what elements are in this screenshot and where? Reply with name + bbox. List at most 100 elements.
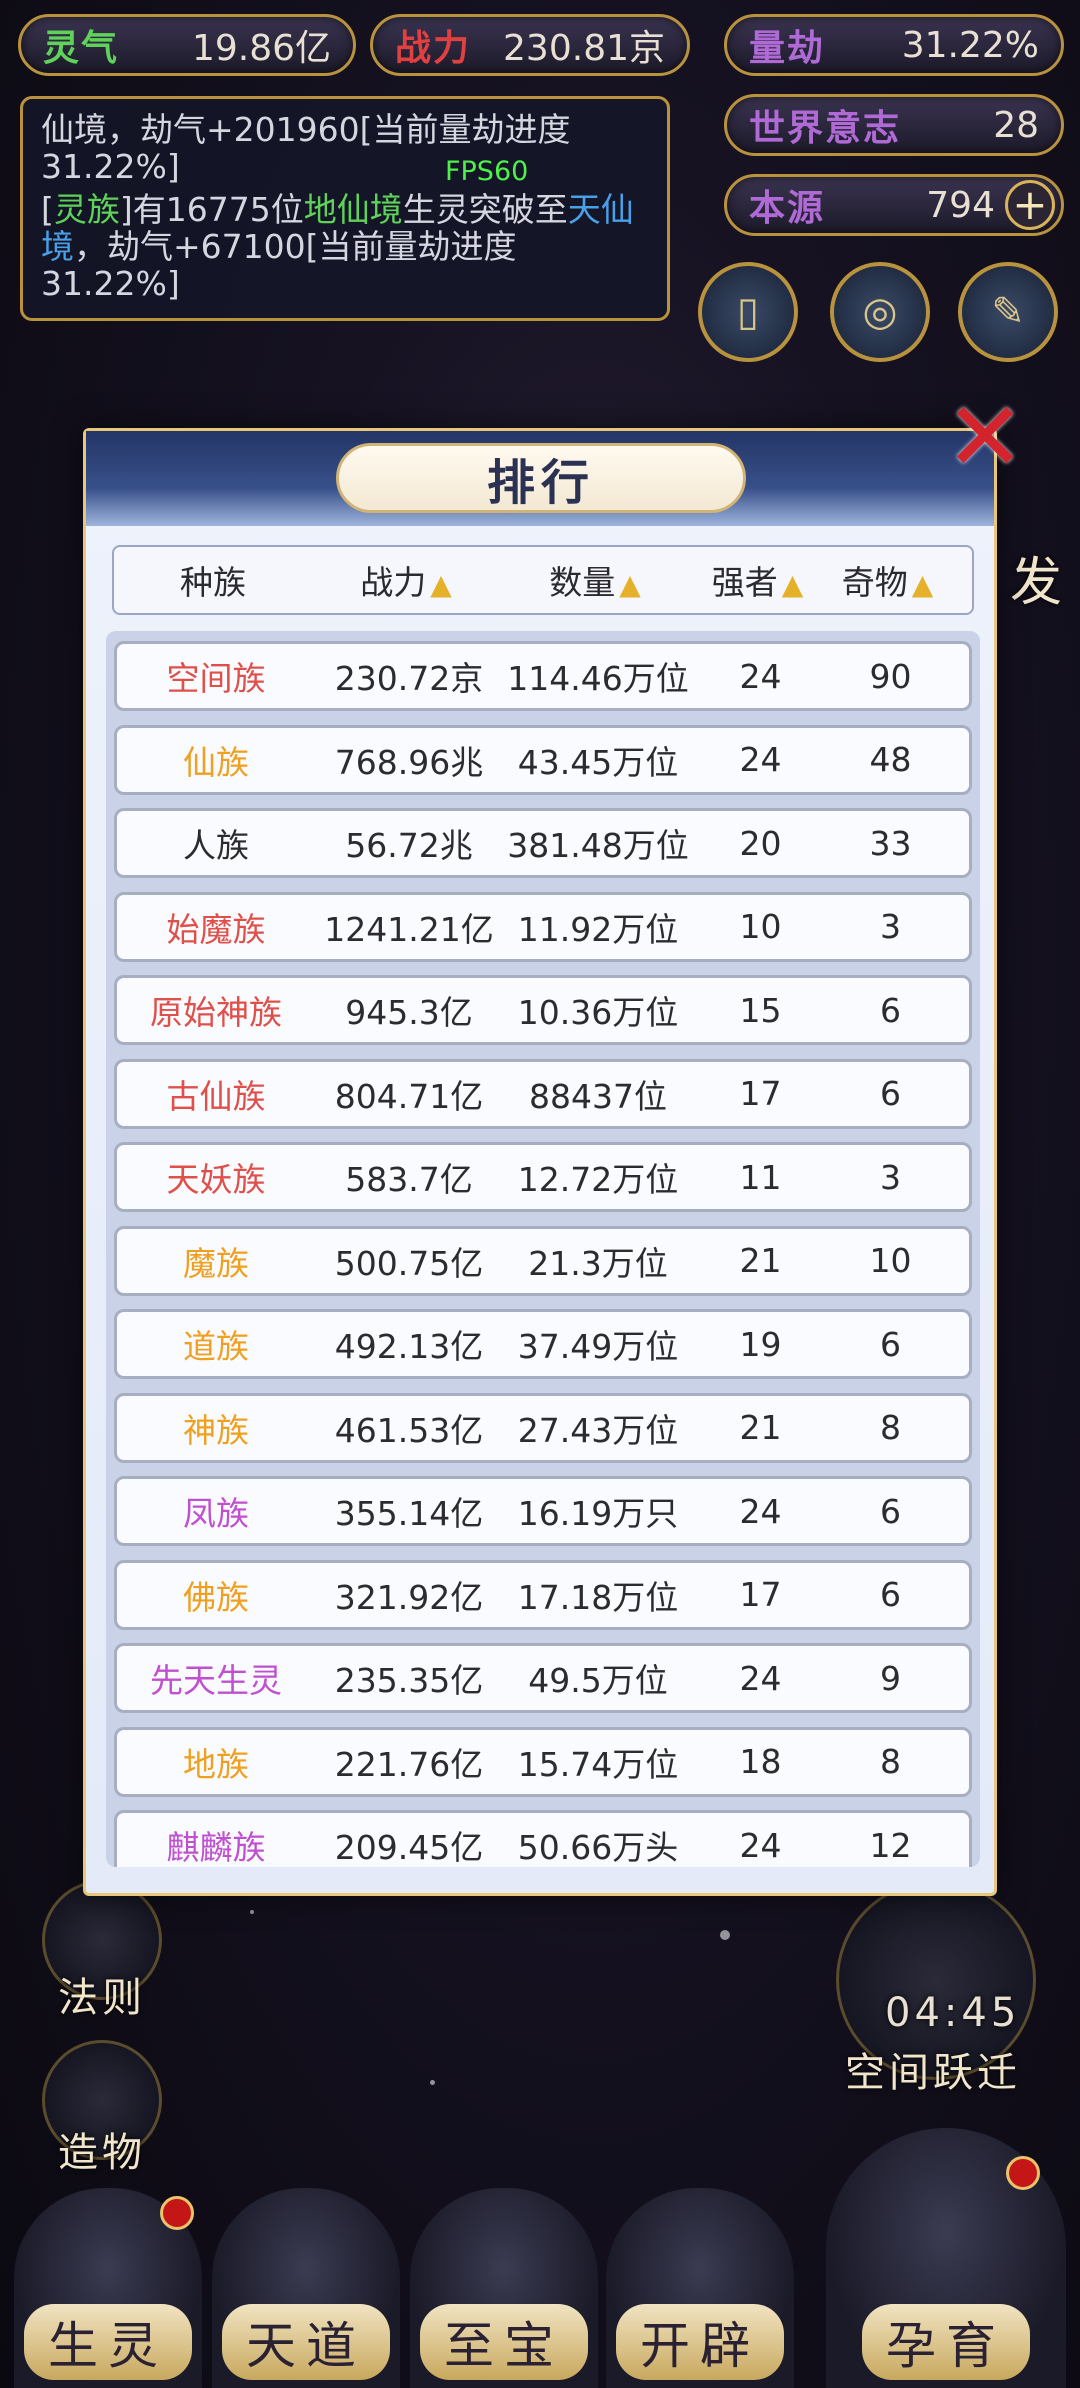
race-name: 佛族 — [183, 1577, 249, 1617]
liangjie-stat[interactable]: 量劫 31.22% — [724, 14, 1064, 76]
scroll-button[interactable]: ✎ — [958, 262, 1058, 362]
lingqi-value: 19.86亿 — [191, 28, 331, 69]
table-row[interactable]: 魔族 500.75亿 21.3万位 21 10 — [114, 1225, 972, 1296]
items-value: 3 — [880, 1157, 901, 1197]
fa-ze-label: 法则 — [58, 1975, 146, 2021]
count-value: 10.36万位 — [517, 993, 679, 1032]
count-value: 17.18万位 — [517, 1577, 679, 1617]
strong-value: 21 — [739, 1408, 782, 1447]
strong-value: 19 — [739, 1324, 782, 1364]
ranking-modal: 排行 种族 战力 ▲ 数量 ▲ 强者 ▲ 奇物 ▲ 空间族 230.72京 114.46万位… — [83, 428, 997, 1896]
strong-value: 15 — [739, 990, 782, 1030]
nav-tian-dao[interactable]: 天道 — [212, 2188, 400, 2388]
items-value: 6 — [880, 1074, 901, 1113]
items-value: 6 — [880, 1575, 901, 1614]
add-benyuan-button[interactable]: + — [1005, 180, 1055, 230]
table-row[interactable]: 天妖族 583.7亿 12.72万位 11 3 — [114, 1142, 972, 1212]
strong-value: 24 — [739, 1825, 782, 1865]
race-name: 神族 — [183, 1410, 249, 1450]
power-value: 461.53亿 — [334, 1410, 484, 1450]
power-value: 209.45亿 — [334, 1828, 484, 1867]
race-name: 魔族 — [183, 1243, 249, 1283]
count-value: 114.46万位 — [507, 659, 689, 698]
sort-by-strong[interactable]: 强者 ▲ — [690, 556, 825, 604]
nav-zhi-bao[interactable]: 至宝 — [410, 2188, 598, 2388]
benyuan-value: 794 — [926, 184, 995, 226]
table-row[interactable]: 佛族 321.92亿 17.18万位 17 6 — [114, 1559, 972, 1630]
sort-arrow-icon: ▲ — [619, 568, 641, 601]
nav-kai-pi[interactable]: 开辟 — [606, 2188, 794, 2388]
space-jump-timer: 04:45 — [885, 1990, 1021, 2036]
table-row[interactable]: 人族 56.72兆 381.48万位 20 33 — [114, 808, 972, 878]
table-header: 种族 战力 ▲ 数量 ▲ 强者 ▲ 奇物 ▲ — [112, 545, 974, 615]
power-value: 235.35亿 — [334, 1661, 484, 1700]
shijie-stat[interactable]: 世界意志 28 — [724, 94, 1064, 156]
table-row[interactable]: 仙族 768.96兆 43.45万位 24 48 — [114, 724, 972, 795]
table-row[interactable]: 凤族 355.14亿 16.19万只 24 6 — [114, 1476, 972, 1546]
notification-dot — [1006, 2156, 1040, 2190]
table-row[interactable]: 麒麟族 209.45亿 50.66万头 24 12 — [114, 1810, 972, 1867]
count-value: 12.72万位 — [517, 1160, 679, 1199]
shijie-label: 世界意志 — [749, 108, 902, 149]
table-row[interactable]: 地族 221.76亿 15.74万位 18 8 — [114, 1726, 972, 1797]
scroll-icon: ✎ — [991, 289, 1025, 335]
race-name: 道族 — [183, 1327, 249, 1366]
sort-by-count[interactable]: 数量 ▲ — [500, 556, 690, 604]
log-line: 仙境，劫气+201960[当前量劫进度31.22%] — [41, 110, 571, 186]
ranking-list[interactable]: 空间族 230.72京 114.46万位 24 90 仙族 768.96兆 43.45万位 24… — [106, 631, 980, 1867]
power-value: 230.72京 — [334, 659, 484, 698]
race-name: 始魔族 — [166, 909, 266, 949]
strong-value: 17 — [739, 1575, 782, 1614]
table-row[interactable]: 始魔族 1241.21亿 11.92万位 10 3 — [114, 891, 972, 962]
count-value: 16.19万只 — [517, 1494, 679, 1533]
modal-title: 排行 — [336, 443, 746, 513]
table-row[interactable]: 古仙族 804.71亿 88437位 17 6 — [114, 1058, 972, 1129]
count-value: 381.48万位 — [507, 826, 689, 865]
power-value: 1241.21亿 — [324, 909, 494, 949]
sort-arrow-icon: ▲ — [911, 568, 934, 601]
items-value: 6 — [880, 1324, 901, 1364]
sort-arrow-icon: ▲ — [781, 568, 804, 601]
sort-by-items[interactable]: 奇物 ▲ — [825, 556, 950, 604]
power-value: 804.71亿 — [334, 1076, 484, 1116]
table-row[interactable]: 空间族 230.72京 114.46万位 24 90 — [114, 641, 972, 711]
liangjie-label: 量劫 — [749, 28, 826, 69]
sort-arrow-icon: ▲ — [430, 568, 452, 601]
card-button[interactable]: ▯ — [698, 262, 798, 362]
table-row[interactable]: 先天生灵 235.35亿 49.5万位 24 9 — [114, 1643, 972, 1713]
power-value: 355.14亿 — [334, 1494, 484, 1533]
table-row[interactable]: 道族 492.13亿 37.49万位 19 6 — [114, 1309, 972, 1379]
race-name: 古仙族 — [166, 1076, 266, 1116]
vortex-button[interactable]: ◎ — [830, 262, 930, 362]
sort-by-power[interactable]: 战力 ▲ — [312, 556, 500, 604]
items-value: 8 — [880, 1742, 901, 1781]
race-name: 地族 — [183, 1744, 249, 1784]
liangjie-value: 31.22% — [901, 24, 1039, 66]
items-value: 90 — [869, 656, 912, 696]
table-row[interactable]: 神族 461.53亿 27.43万位 21 8 — [114, 1392, 972, 1463]
burst-label: 发 — [1010, 553, 1067, 613]
strong-value: 24 — [739, 740, 782, 779]
zhanli-label: 战力 — [395, 28, 472, 69]
log-line: [灵族]有16775位地仙境生灵突破至天仙境，劫气+67100[当前量劫进度31… — [41, 190, 634, 303]
power-value: 56.72兆 — [345, 826, 473, 865]
power-value: 945.3亿 — [345, 993, 473, 1032]
items-value: 8 — [880, 1408, 901, 1447]
space-jump-label: 空间跃迁 — [845, 2050, 1021, 2096]
table-row[interactable]: 原始神族 945.3亿 10.36万位 15 6 — [114, 975, 972, 1045]
strong-value: 20 — [739, 823, 782, 863]
vortex-icon: ◎ — [862, 289, 898, 335]
power-value: 768.96兆 — [334, 742, 484, 782]
benyuan-stat: 本源 794 + — [724, 174, 1064, 236]
lingqi-stat: 灵气 19.86亿 — [18, 14, 356, 76]
close-icon[interactable]: ✕ — [940, 389, 1030, 485]
strong-value: 21 — [739, 1241, 782, 1280]
count-value: 21.3万位 — [528, 1243, 668, 1283]
fps-counter: FPS60 — [445, 156, 529, 187]
items-value: 10 — [869, 1241, 912, 1280]
star — [430, 2080, 435, 2085]
card-icon: ▯ — [736, 289, 759, 335]
star — [250, 1910, 254, 1914]
count-value: 49.5万位 — [528, 1661, 668, 1700]
items-value: 48 — [869, 740, 912, 779]
